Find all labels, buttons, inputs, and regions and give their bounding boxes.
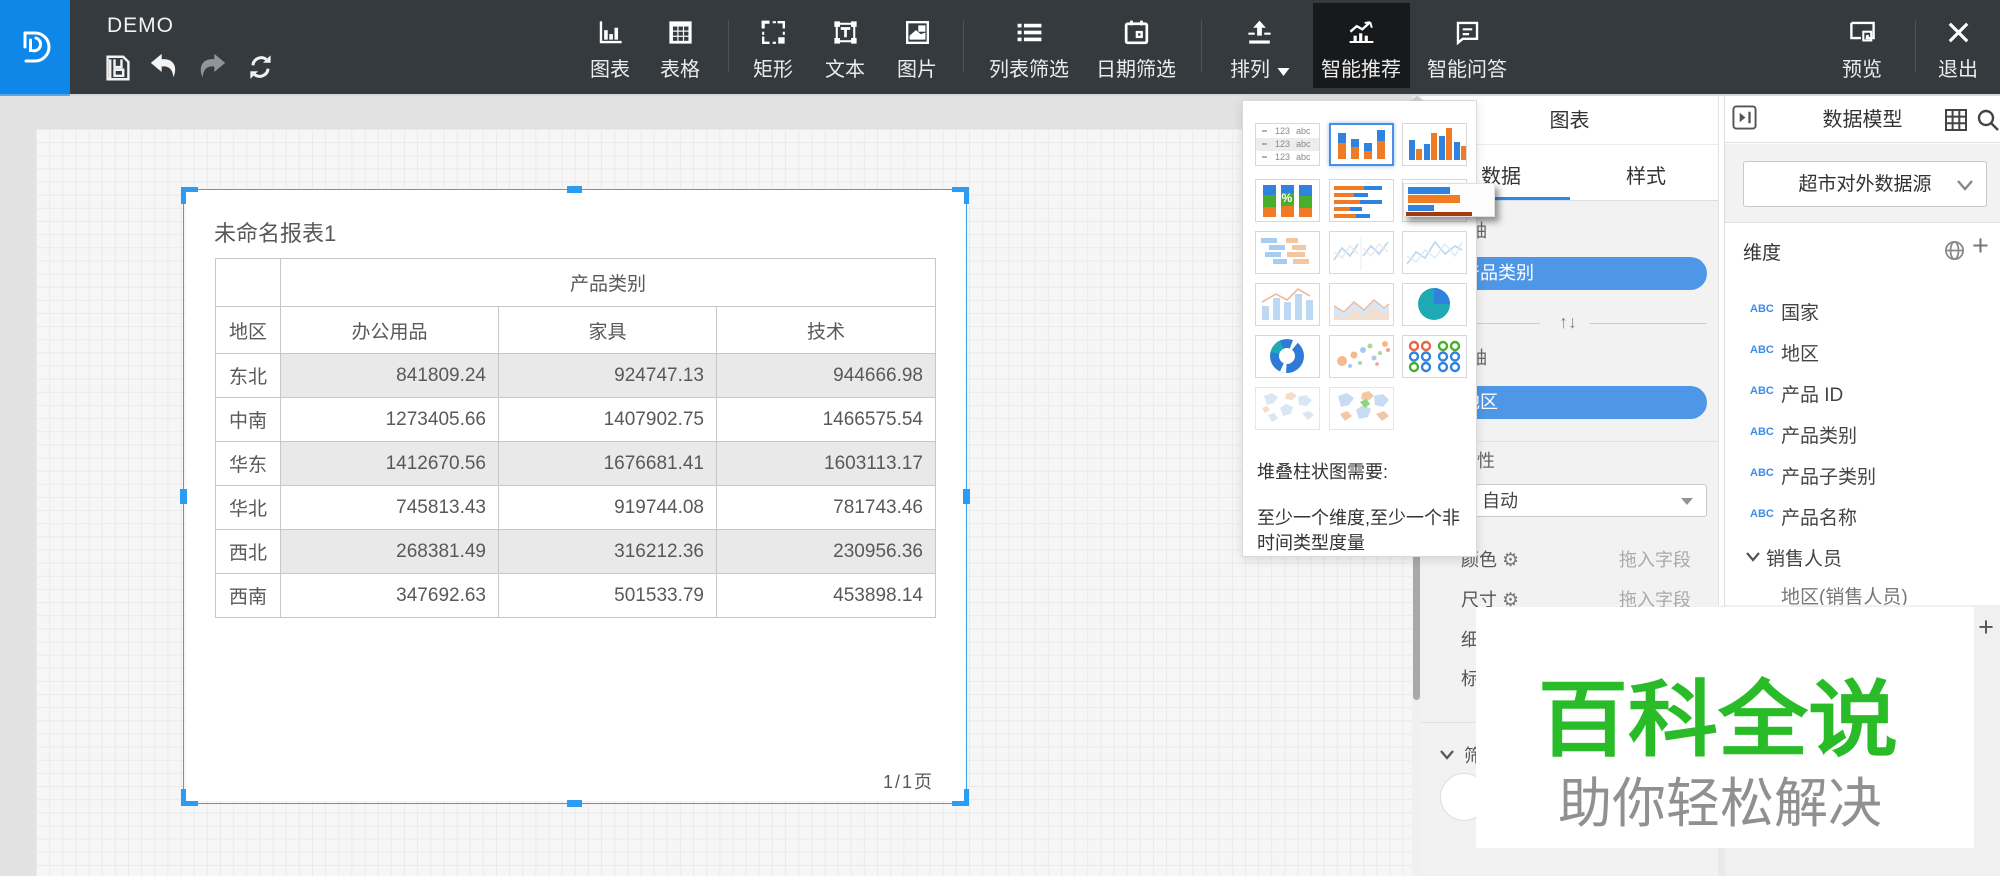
svg-text:abc: abc <box>1296 126 1311 136</box>
svg-text:123: 123 <box>1275 152 1290 162</box>
svg-text:%: % <box>1282 191 1293 205</box>
svg-text:123: 123 <box>1275 139 1290 149</box>
svg-text:abc: abc <box>1296 152 1311 162</box>
svg-text:123: 123 <box>1275 126 1290 136</box>
svg-text:abc: abc <box>1296 139 1311 149</box>
